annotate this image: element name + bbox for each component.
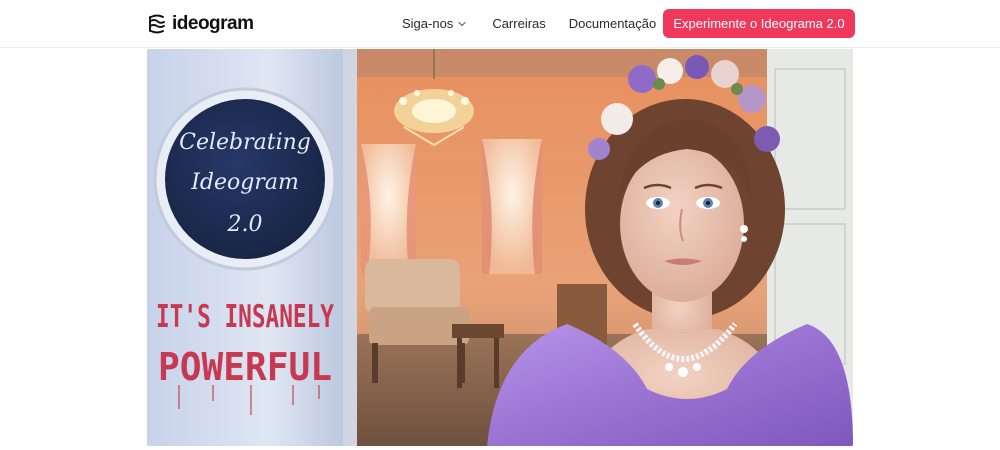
graffiti-line-1: IT'S INSANELY <box>156 299 334 335</box>
chevron-down-icon <box>458 21 466 26</box>
logo-link[interactable]: ideogram <box>147 12 254 36</box>
nav-careers-link[interactable]: Carreiras <box>492 16 545 31</box>
main-nav: Siga-nos Carreiras Documentação <box>402 16 656 31</box>
ideogram-logo-icon <box>149 14 165 34</box>
try-ideogram-button[interactable]: Experimente o Ideograma 2.0 <box>663 9 855 38</box>
nav-follow-dropdown[interactable]: Siga-nos <box>402 16 467 31</box>
earring <box>740 225 748 233</box>
chalk-line-3: 2.0 <box>227 212 263 237</box>
graffiti-line-2: POWERFUL <box>158 345 332 389</box>
nav-follow-label: Siga-nos <box>402 16 454 31</box>
chalk-line-1: Celebrating <box>179 130 311 155</box>
chalk-line-2: Ideogram <box>190 170 299 195</box>
top-navbar: ideogram Siga-nos Carreiras Documentação… <box>0 0 1000 48</box>
door-frame <box>343 49 357 446</box>
nav-docs-link[interactable]: Documentação <box>569 16 656 31</box>
hero-image: Celebrating Ideogram 2.0 IT'S INSANELY P… <box>147 49 853 446</box>
logo-text: ideogram <box>172 13 254 34</box>
